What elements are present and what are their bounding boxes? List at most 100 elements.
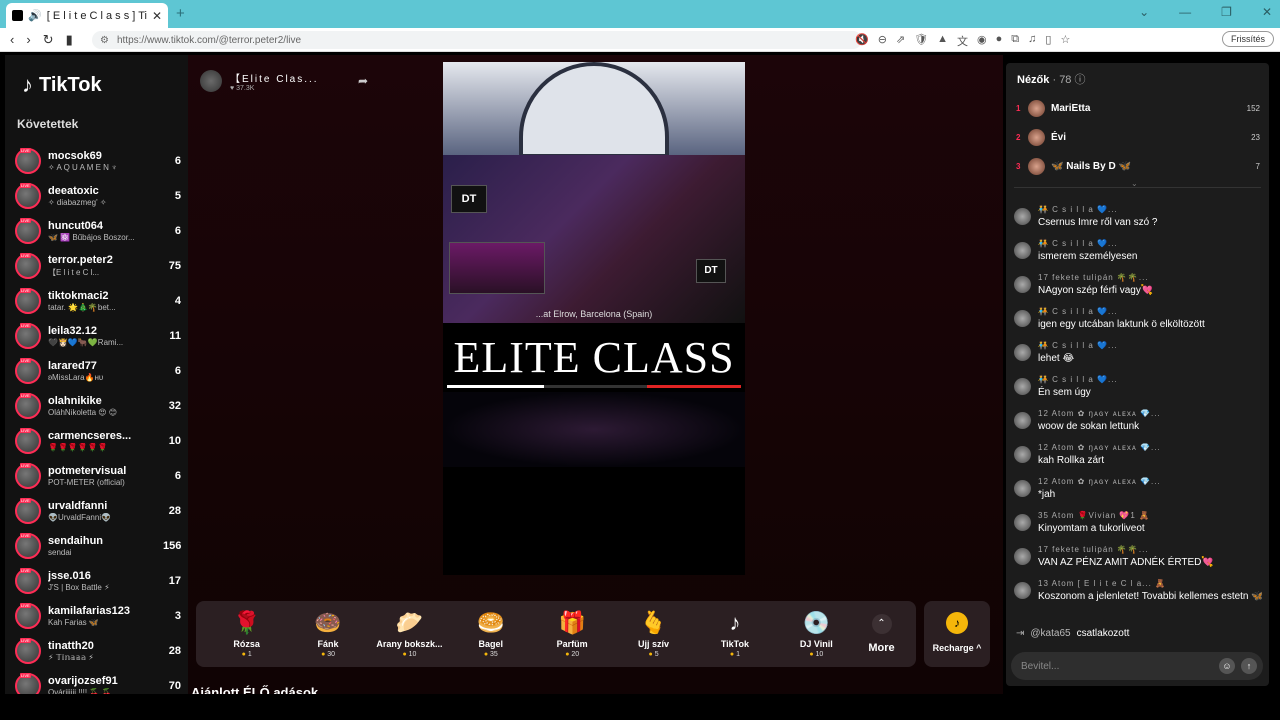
follow-row[interactable]: potmetervisualPOT-METER (official) 6 xyxy=(15,458,183,493)
viewer-row[interactable]: 2 Évi 23 xyxy=(1016,123,1260,152)
chat-username[interactable]: 🧑‍🤝‍🧑 C s i l l a 💙... xyxy=(1038,237,1137,251)
favorites-icon[interactable]: ☆ xyxy=(1060,33,1070,49)
extension-icon[interactable]: 🔇 xyxy=(855,33,869,49)
bookmark-icon[interactable]: ▮ xyxy=(66,32,73,48)
avatar[interactable] xyxy=(1014,344,1031,361)
follow-row[interactable]: carmencseres...🌹🌹🌹🌹🌹🌹 10 xyxy=(15,423,183,458)
chat-username[interactable]: 🧑‍🤝‍🧑 C s i l l a 💙... xyxy=(1038,203,1158,217)
streamer-name[interactable]: 【Elite Clas... xyxy=(230,70,319,85)
gift-item[interactable]: 🥯 Bagel 35 xyxy=(450,610,531,658)
viewers-heading[interactable]: Nézők · 78 ⓘ xyxy=(1017,71,1085,87)
avatar[interactable] xyxy=(15,602,41,629)
shield-icon[interactable]: 🛡 xyxy=(914,33,928,49)
avatar[interactable] xyxy=(15,672,41,694)
speaker-icon[interactable]: 🔊 xyxy=(28,9,42,22)
avatar[interactable] xyxy=(15,287,41,314)
avatar[interactable] xyxy=(1014,310,1031,327)
follow-row[interactable]: jsse.016J'S | Box Battle ⚡ 17 xyxy=(15,563,183,598)
gift-item[interactable]: ♪ TikTok 1 xyxy=(694,610,775,658)
avatar[interactable] xyxy=(1014,208,1031,225)
close-tab-icon[interactable]: ✕ xyxy=(152,9,162,23)
avatar[interactable] xyxy=(1014,582,1031,599)
minimize-button[interactable]: — xyxy=(1179,5,1191,19)
tab-list-icon[interactable]: ⌄ xyxy=(1139,5,1149,19)
reload-icon[interactable]: ↻ xyxy=(43,32,54,48)
chat-username[interactable]: 17 fekete tulipán 🌴🌴... xyxy=(1038,271,1153,285)
follow-row[interactable]: leila32.12🖤👸🏻💙🐂💚Rami... 11 xyxy=(15,318,183,353)
chat-username[interactable]: 🧑‍🤝‍🧑 C s i l l a 💙... xyxy=(1038,339,1118,353)
follow-row[interactable]: huncut064🦋 ⚛️ Bűbájos Boszor... 6 xyxy=(15,213,183,248)
share-arrow-icon[interactable]: ➦ xyxy=(358,74,368,88)
avatar[interactable] xyxy=(15,637,41,664)
chat-username[interactable]: 13 Atom [ E l i t e C l a... 🧸 xyxy=(1038,577,1262,591)
avatar[interactable] xyxy=(1014,480,1031,497)
follow-row[interactable]: terror.peter2【E l i t e C l... 75 xyxy=(15,248,183,283)
follow-row[interactable]: deeatoxic✧ diabazmeg' ✧ 5 xyxy=(15,178,183,213)
back-icon[interactable]: ‹ xyxy=(10,32,14,48)
avatar[interactable] xyxy=(15,357,41,384)
gift-item[interactable]: 🍩 Fánk 30 xyxy=(287,610,368,658)
chat-input[interactable] xyxy=(1021,660,1219,672)
more-gifts-button[interactable]: ⌃ More xyxy=(857,614,906,654)
new-tab-button[interactable]: + xyxy=(176,5,185,22)
follow-row[interactable]: tinatth20⚡ 𝕋𝕚𝕟𝕒𝕒𝕒 ⚡ 28 xyxy=(15,633,183,668)
follow-row[interactable]: urvaldfanni👽UrvaldFanni👽 28 xyxy=(15,493,183,528)
chat-username[interactable]: 12 Atom ✿ ŋᴀɢʏ ᴀʟᴇxᴀ 💎... xyxy=(1038,475,1161,489)
forward-icon[interactable]: › xyxy=(26,32,30,48)
avatar[interactable] xyxy=(1014,514,1031,531)
extension-icon[interactable]: ● xyxy=(996,33,1003,49)
viewer-row[interactable]: 1 MariEtta 152 xyxy=(1016,94,1260,123)
chat-username[interactable]: 12 Atom ✿ ŋᴀɢʏ ᴀʟᴇxᴀ 💎... xyxy=(1038,441,1161,455)
avatar[interactable] xyxy=(1014,242,1031,259)
avatar[interactable] xyxy=(1014,412,1031,429)
browser-tab[interactable]: 🔊 [ E l i t e C l a s s ] Ti ✕ xyxy=(6,3,168,28)
avatar[interactable] xyxy=(1014,276,1031,293)
avatar[interactable] xyxy=(1028,158,1045,175)
follow-row[interactable]: olahnikikeOláhNikoletta 😍 😊 32 xyxy=(15,388,183,423)
sidebar-icon[interactable]: ▯ xyxy=(1045,33,1051,49)
avatar[interactable] xyxy=(15,497,41,524)
avatar[interactable] xyxy=(15,147,41,174)
share-icon[interactable]: ⇗ xyxy=(896,33,905,49)
send-icon[interactable]: ↑ xyxy=(1241,658,1257,674)
chat-username[interactable]: 🧑‍🤝‍🧑 C s i l l a 💙... xyxy=(1038,305,1205,319)
recharge-button[interactable]: ♪ Recharge ^ xyxy=(924,601,990,667)
maximize-button[interactable]: ❐ xyxy=(1221,5,1232,19)
follow-row[interactable]: tiktokmaci2tatar. 🌟🎄🌴bet... 4 xyxy=(15,283,183,318)
avatar[interactable] xyxy=(15,427,41,454)
follow-row[interactable]: mocsok69✧ A Q U A M E N ♆ 6 xyxy=(15,143,183,178)
avatar[interactable] xyxy=(15,392,41,419)
avatar[interactable] xyxy=(15,252,41,279)
gift-item[interactable]: 💿 DJ Vinil 10 xyxy=(776,610,857,658)
chat-username[interactable]: 12 Atom ✿ ŋᴀɢʏ ᴀʟᴇxᴀ 💎... xyxy=(1038,407,1161,421)
follow-row[interactable]: larared77ʚMissLara🔥ʜᴜ 6 xyxy=(15,353,183,388)
gift-item[interactable]: 🫰 Ujj szív 5 xyxy=(613,610,694,658)
url-field[interactable]: ⚙ https://www.tiktok.com/@terror.peter2/… xyxy=(92,31,862,49)
music-icon[interactable]: ♫ xyxy=(1028,33,1036,49)
gift-item[interactable]: 🥟 Arany bokszk... 10 xyxy=(369,610,450,658)
puzzle-icon[interactable]: ⧉ xyxy=(1011,33,1019,49)
avatar[interactable] xyxy=(1028,129,1045,146)
tiktok-logo[interactable]: ♪ TikTok xyxy=(22,72,102,98)
avatar[interactable] xyxy=(15,462,41,489)
refresh-button[interactable]: Frissítés xyxy=(1221,31,1274,47)
follow-row[interactable]: ovarijozsef91Ovárijjjjj !!!! 🍒 🍒 70 xyxy=(15,668,183,694)
streamer-avatar[interactable] xyxy=(200,70,222,92)
avatar[interactable] xyxy=(1014,548,1031,565)
avatar[interactable] xyxy=(1028,100,1045,117)
avatar[interactable] xyxy=(1014,446,1031,463)
avatar[interactable] xyxy=(15,322,41,349)
avatar[interactable] xyxy=(15,567,41,594)
avatar[interactable] xyxy=(15,182,41,209)
viewer-row[interactable]: 3 🦋 Nails By D 🦋 7 xyxy=(1016,152,1260,181)
gift-item[interactable]: 🎁 Parfüm 20 xyxy=(532,610,613,658)
warning-icon[interactable]: ▲ xyxy=(937,33,948,49)
gift-item[interactable]: 🌹 Rózsa 1 xyxy=(206,610,287,658)
follow-row[interactable]: kamilafarias123Kah Farias 🦋 3 xyxy=(15,598,183,633)
site-info-icon[interactable]: ⚙ xyxy=(100,35,109,46)
chat-username[interactable]: 🧑‍🤝‍🧑 C s i l l a 💙... xyxy=(1038,373,1118,387)
close-window-button[interactable]: ✕ xyxy=(1262,5,1272,19)
avatar[interactable] xyxy=(1014,378,1031,395)
avatar[interactable] xyxy=(15,532,41,559)
extension-icon[interactable]: ◉ xyxy=(977,33,987,49)
